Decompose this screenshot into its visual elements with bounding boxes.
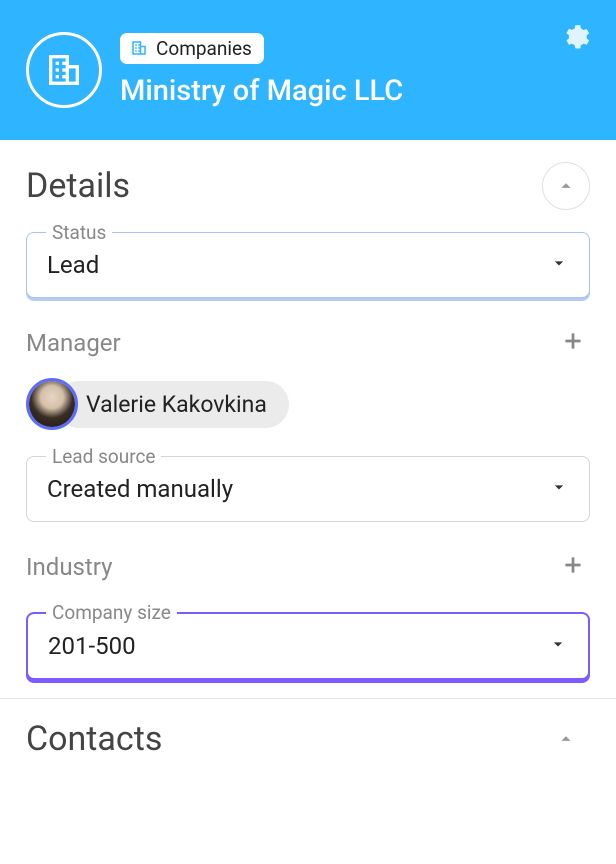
caret-down-icon [548, 634, 568, 654]
manager-label: Manager [26, 329, 121, 357]
header-left: Companies Ministry of Magic LLC [26, 32, 403, 108]
settings-button[interactable] [564, 24, 590, 54]
manager-name: Valerie Kakovkina [56, 381, 289, 428]
lead-source-arrow [549, 477, 569, 501]
details-collapse-button[interactable] [542, 162, 590, 210]
building-small-icon [130, 39, 148, 57]
company-size-arrow [548, 634, 568, 658]
status-value: Lead [47, 251, 99, 279]
company-icon-circle [26, 32, 102, 108]
building-icon [44, 50, 84, 90]
avatar-image [29, 381, 75, 427]
lead-source-field: Lead source Created manually [26, 456, 590, 522]
status-field: Status Lead [26, 232, 590, 298]
lead-source-label: Lead source [46, 445, 161, 468]
plus-icon [560, 328, 586, 354]
status-label: Status [46, 221, 112, 244]
add-manager-button[interactable] [556, 324, 590, 362]
details-title: Details [26, 166, 130, 206]
industry-label: Industry [26, 553, 112, 581]
gear-icon [564, 24, 590, 50]
chevron-up-icon [555, 728, 577, 750]
avatar [26, 378, 78, 430]
chevron-up-icon [555, 175, 577, 197]
company-size-label: Company size [46, 601, 177, 624]
details-section: Details Status Lead Manager Valerie Kako… [0, 140, 616, 680]
breadcrumb-text: Companies [156, 37, 252, 60]
contacts-title: Contacts [26, 719, 162, 759]
company-size-value: 201-500 [48, 632, 136, 660]
page-header: Companies Ministry of Magic LLC [0, 0, 616, 140]
contacts-collapse-button[interactable] [542, 715, 590, 763]
plus-icon [560, 552, 586, 578]
company-size-field: Company size 201-500 [26, 612, 590, 680]
breadcrumb[interactable]: Companies [120, 33, 264, 64]
add-industry-button[interactable] [556, 548, 590, 586]
contacts-section: Contacts [0, 699, 616, 763]
status-arrow [549, 253, 569, 277]
manager-row: Manager [26, 324, 590, 362]
contacts-header: Contacts [26, 715, 590, 763]
manager-chip[interactable]: Valerie Kakovkina [26, 378, 289, 430]
caret-down-icon [549, 253, 569, 273]
lead-source-value: Created manually [47, 475, 233, 503]
industry-row: Industry [26, 548, 590, 586]
page-title: Ministry of Magic LLC [120, 74, 403, 108]
details-header: Details [26, 162, 590, 210]
caret-down-icon [549, 477, 569, 497]
header-content: Companies Ministry of Magic LLC [120, 33, 403, 108]
